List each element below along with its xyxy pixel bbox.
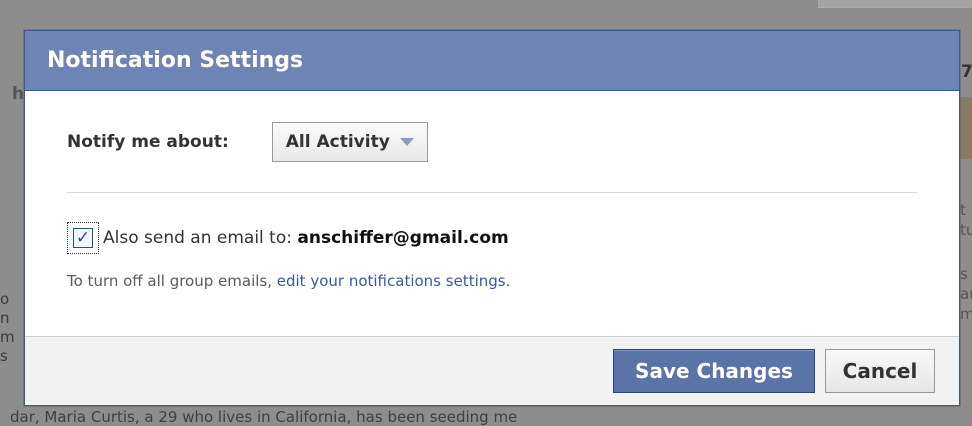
chevron-down-icon <box>399 137 414 146</box>
email-address: anschiffer@gmail.com <box>297 228 509 248</box>
background-left-text: o n m s <box>0 290 15 365</box>
background-right-text: t tu s ar m <box>960 201 972 323</box>
checkmark-icon: ✓ <box>75 227 91 248</box>
dialog-footer: Save Changes Cancel <box>25 336 959 405</box>
email-prefix: Also send an email to: <box>103 228 292 248</box>
notify-level-dropdown[interactable]: All Activity <box>271 121 428 162</box>
help-text: To turn off all group emails, edit your … <box>67 272 916 290</box>
cancel-button[interactable]: Cancel <box>825 349 935 393</box>
email-checkbox[interactable]: ✓ <box>73 228 93 248</box>
notification-settings-dialog: Notification Settings Notify me about: A… <box>24 30 960 406</box>
notifications-settings-link[interactable]: edit your notifications settings. <box>277 272 511 290</box>
dialog-body: Notify me about: All Activity ✓ Also sen… <box>25 91 959 290</box>
notify-row: Notify me about: All Activity <box>67 91 917 193</box>
dialog-header: Notification Settings <box>25 31 959 91</box>
background-heading-fragment: h <box>12 84 25 104</box>
help-prefix: To turn off all group emails, <box>67 272 272 290</box>
save-changes-button[interactable]: Save Changes <box>613 349 815 393</box>
email-row: ✓ Also send an email to: anschiffer@gmai… <box>67 222 916 254</box>
background-post-text: dar, Maria Curtis, a 29 who lives in Cal… <box>10 408 518 426</box>
notify-level-value: All Activity <box>285 131 390 152</box>
background-count-fragment: 7 <box>961 62 972 82</box>
dialog-title: Notification Settings <box>47 48 304 73</box>
email-checkbox-focus-ring[interactable]: ✓ <box>67 222 99 254</box>
notify-label: Notify me about: <box>67 131 229 152</box>
background-search-box <box>818 0 972 8</box>
email-label: Also send an email to: anschiffer@gmail.… <box>103 228 509 248</box>
